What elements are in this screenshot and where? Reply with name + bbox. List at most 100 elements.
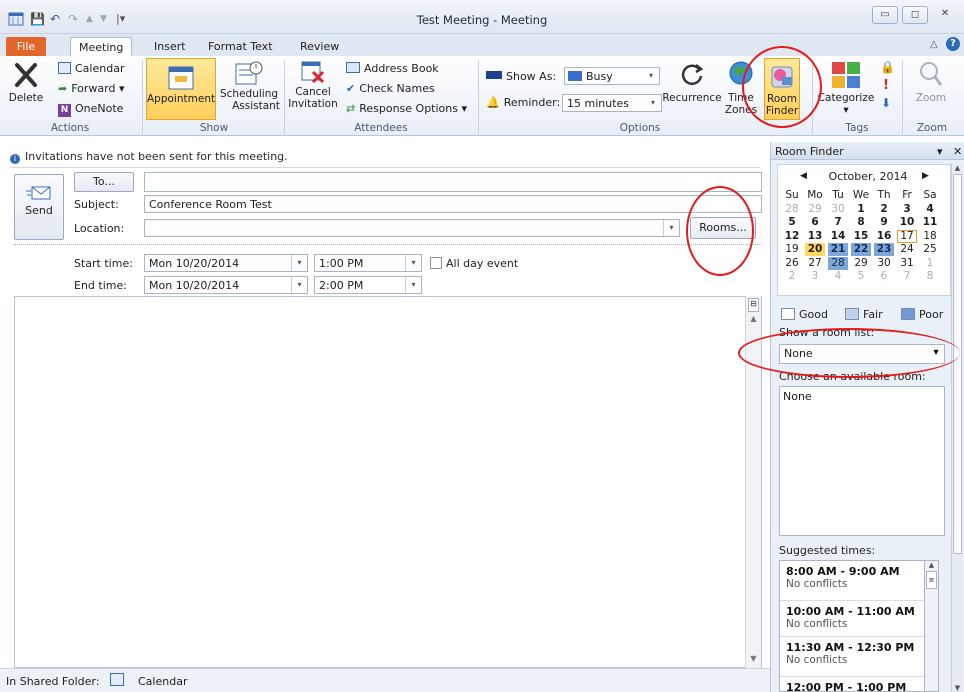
calendar-day[interactable]: 19 bbox=[782, 243, 802, 256]
calendar-day[interactable]: 30 bbox=[828, 203, 848, 216]
forward-button[interactable]: ➦ Forward ▾ bbox=[58, 82, 124, 95]
minimize-ribbon-icon[interactable]: △ bbox=[930, 39, 938, 50]
pane-scrollbar[interactable]: ▲ ▼ bbox=[951, 164, 963, 692]
delete-button[interactable]: Delete bbox=[6, 60, 46, 104]
tab-insert[interactable]: Insert bbox=[146, 37, 194, 56]
calendar-day[interactable]: 24 bbox=[897, 243, 917, 256]
shared-folder-name[interactable]: Calendar bbox=[138, 675, 187, 688]
tab-meeting[interactable]: Meeting bbox=[70, 37, 133, 56]
high-importance-icon[interactable]: ! bbox=[883, 78, 889, 93]
tab-review[interactable]: Review bbox=[292, 37, 347, 56]
calendar-day[interactable]: 3 bbox=[897, 203, 917, 216]
calendar-day[interactable]: 17 bbox=[897, 229, 917, 243]
help-icon[interactable]: ? bbox=[946, 37, 960, 51]
calendar-button[interactable]: Calendar bbox=[58, 62, 124, 75]
send-button[interactable]: Send bbox=[14, 174, 64, 240]
calendar-day[interactable]: 6 bbox=[874, 270, 894, 283]
scroll-down-icon[interactable]: ▼ bbox=[952, 684, 963, 692]
calendar-day[interactable]: 15 bbox=[851, 230, 871, 243]
calendar-day[interactable]: 8 bbox=[851, 216, 871, 229]
reminder-dropdown[interactable]: 15 minutes ▾ bbox=[562, 94, 662, 112]
categorize-button[interactable]: Categorize ▾ bbox=[814, 60, 878, 116]
suggested-time-item[interactable]: 11:30 AM - 12:30 PM No conflicts bbox=[780, 637, 924, 677]
calendar-day[interactable]: 7 bbox=[828, 216, 848, 229]
ruler-icon[interactable]: ⊟ bbox=[748, 298, 759, 312]
message-body[interactable] bbox=[14, 296, 762, 668]
calendar-day[interactable]: 4 bbox=[920, 203, 940, 216]
calendar-day[interactable]: 18 bbox=[920, 230, 940, 243]
calendar-day[interactable]: 1 bbox=[920, 257, 940, 270]
end-time-field[interactable]: 2:00 PM ▾ bbox=[314, 276, 422, 294]
calendar-day[interactable]: 4 bbox=[828, 270, 848, 283]
suggested-time-item[interactable]: 12:00 PM - 1:00 PM bbox=[780, 677, 924, 691]
zoom-button[interactable]: Zoom bbox=[906, 60, 956, 104]
scheduling-assistant-button[interactable]: Scheduling Assistant bbox=[218, 60, 280, 112]
calendar-day[interactable]: 29 bbox=[805, 203, 825, 216]
to-button[interactable]: To... bbox=[74, 172, 134, 192]
calendar-day[interactable]: 29 bbox=[851, 257, 871, 270]
private-lock-icon[interactable]: 🔒 bbox=[880, 60, 895, 74]
available-rooms-list[interactable]: None bbox=[779, 386, 945, 536]
start-date-field[interactable]: Mon 10/20/2014 ▾ bbox=[144, 254, 308, 272]
calendar-day[interactable]: 28 bbox=[828, 256, 848, 270]
room-list-item[interactable]: None bbox=[783, 390, 941, 403]
calendar-day[interactable]: 2 bbox=[874, 203, 894, 216]
calendar-day[interactable]: 14 bbox=[828, 230, 848, 243]
suggested-time-item[interactable]: 10:00 AM - 11:00 AM No conflicts bbox=[780, 601, 924, 637]
calendar-day[interactable]: 22 bbox=[851, 243, 871, 256]
scroll-down-icon[interactable]: ▼ bbox=[748, 654, 759, 666]
close-button[interactable]: ✕ bbox=[932, 6, 958, 24]
scroll-thumb[interactable]: ≡ bbox=[926, 571, 937, 589]
calendar-day[interactable]: 10 bbox=[897, 216, 917, 229]
suggested-time-item[interactable]: 8:00 AM - 9:00 AM No conflicts bbox=[780, 561, 924, 601]
calendar-day[interactable]: 25 bbox=[920, 243, 940, 256]
scroll-up-icon[interactable]: ▲ bbox=[748, 314, 759, 326]
location-field[interactable]: ▾ bbox=[144, 219, 680, 237]
to-field[interactable] bbox=[144, 172, 762, 192]
next-month-icon[interactable]: ▶ bbox=[922, 171, 929, 181]
address-book-button[interactable]: Address Book bbox=[346, 62, 439, 75]
calendar-day[interactable]: 5 bbox=[851, 270, 871, 283]
calendar-day[interactable]: 7 bbox=[897, 270, 917, 283]
maximize-button[interactable]: ◻ bbox=[902, 6, 928, 24]
check-names-button[interactable]: ✔ Check Names bbox=[346, 82, 435, 95]
calendar-day[interactable]: 6 bbox=[805, 216, 825, 229]
show-as-dropdown[interactable]: Busy ▾ bbox=[564, 67, 660, 85]
calendar-day[interactable]: 5 bbox=[782, 216, 802, 229]
recurrence-button[interactable]: Recurrence bbox=[662, 60, 722, 104]
calendar-day[interactable]: 16 bbox=[874, 230, 894, 243]
scroll-thumb[interactable] bbox=[953, 174, 962, 554]
tab-format-text[interactable]: Format Text bbox=[200, 37, 281, 56]
subject-field[interactable]: Conference Room Test bbox=[144, 195, 762, 213]
all-day-checkbox[interactable] bbox=[430, 257, 442, 269]
prev-month-icon[interactable]: ◀ bbox=[800, 171, 807, 181]
calendar-day[interactable]: 26 bbox=[782, 257, 802, 270]
minimize-button[interactable]: ▭ bbox=[872, 6, 898, 24]
suggested-scrollbar[interactable]: ▲ ≡ bbox=[925, 560, 939, 692]
calendar-day[interactable]: 3 bbox=[805, 270, 825, 283]
calendar-day[interactable]: 8 bbox=[920, 270, 940, 283]
calendar-day[interactable]: 13 bbox=[805, 230, 825, 243]
suggested-times-list[interactable]: 8:00 AM - 9:00 AM No conflicts 10:00 AM -… bbox=[779, 560, 925, 692]
calendar-day[interactable]: 28 bbox=[782, 203, 802, 216]
response-options-button[interactable]: ⇄ Response Options ▾ bbox=[346, 102, 467, 115]
end-date-field[interactable]: Mon 10/20/2014 ▾ bbox=[144, 276, 308, 294]
onenote-button[interactable]: N OneNote bbox=[58, 102, 123, 117]
start-time-field[interactable]: 1:00 PM ▾ bbox=[314, 254, 422, 272]
cancel-invitation-button[interactable]: Cancel Invitation bbox=[288, 60, 338, 110]
calendar-day[interactable]: 30 bbox=[874, 257, 894, 270]
low-importance-icon[interactable]: ⬇ bbox=[881, 96, 891, 110]
calendar-day[interactable]: 11 bbox=[920, 216, 940, 229]
calendar-day[interactable]: 23 bbox=[874, 243, 894, 256]
appointment-button[interactable]: Appointment bbox=[146, 58, 216, 120]
pane-menu-icon[interactable]: ▾ bbox=[937, 145, 943, 158]
scroll-up-icon[interactable]: ▲ bbox=[952, 164, 963, 172]
scroll-up-icon[interactable]: ▲ bbox=[925, 561, 938, 569]
calendar-day[interactable]: 20 bbox=[805, 243, 825, 256]
calendar-day[interactable]: 9 bbox=[874, 216, 894, 229]
calendar-day[interactable]: 31 bbox=[897, 257, 917, 270]
tab-file[interactable]: File bbox=[6, 37, 46, 56]
calendar-day[interactable]: 12 bbox=[782, 230, 802, 243]
calendar-day[interactable]: 1 bbox=[851, 203, 871, 216]
calendar-day[interactable]: 21 bbox=[828, 243, 848, 256]
